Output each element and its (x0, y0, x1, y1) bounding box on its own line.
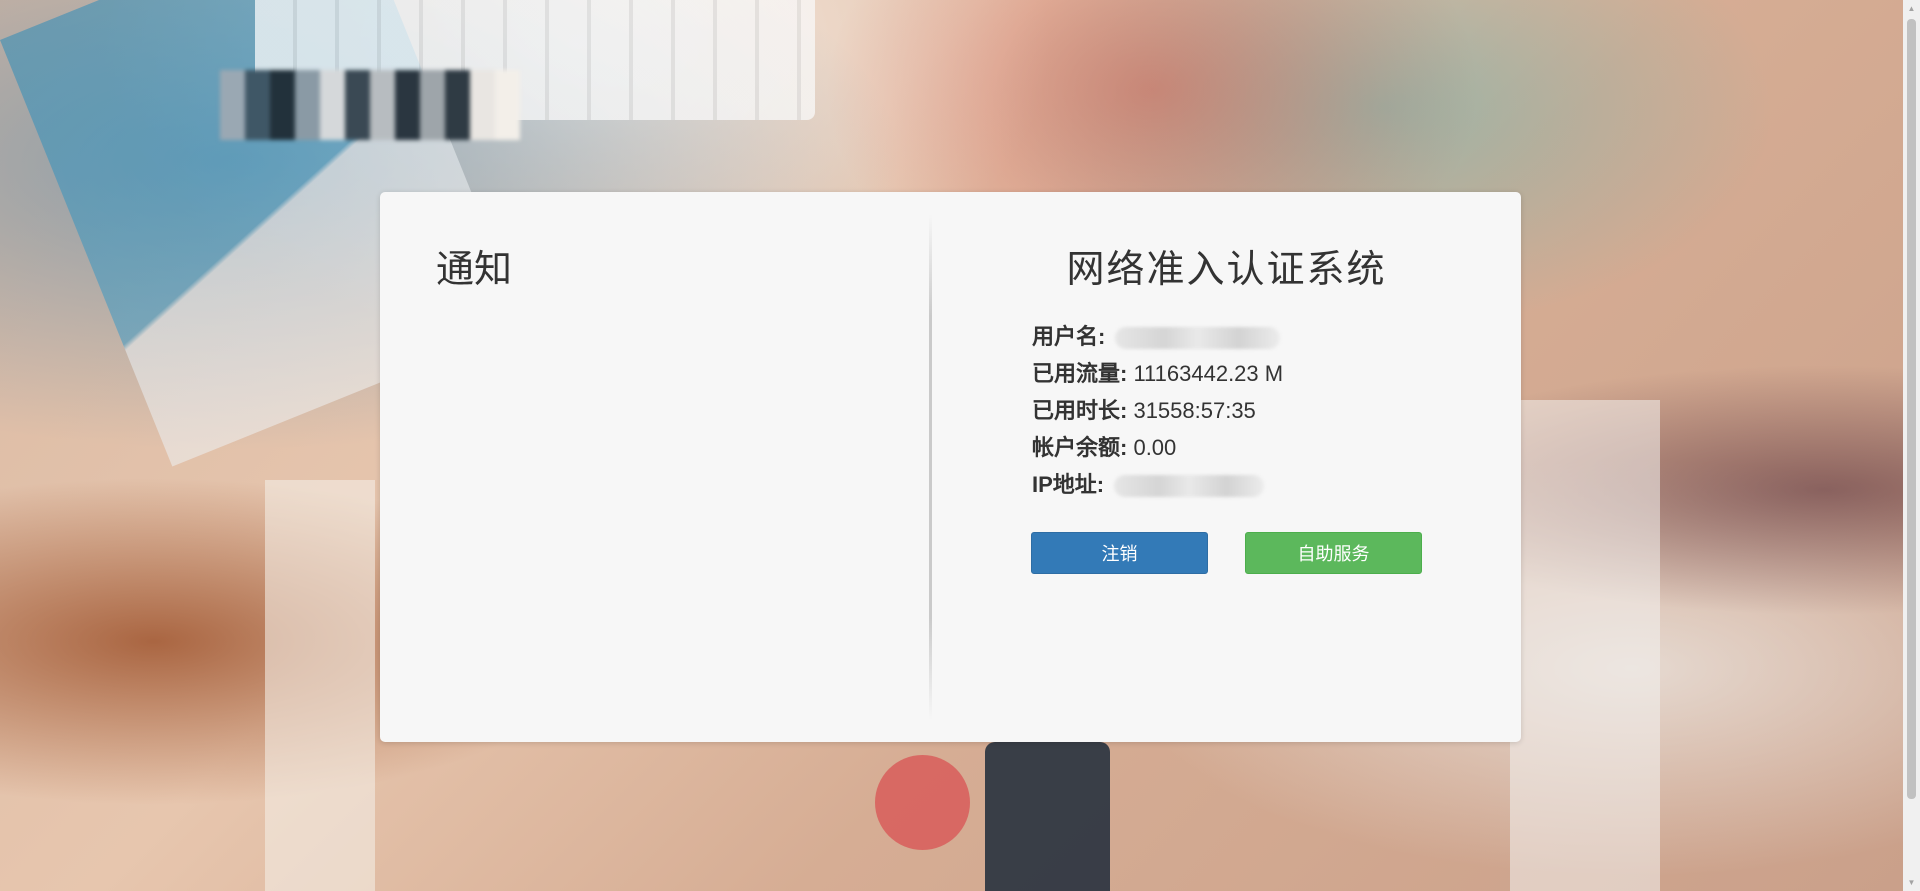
page-background: 通知 网络准入认证系统 用户名: 已用流量: 11163442.23 M 已用时… (0, 0, 1920, 891)
vertical-scrollbar[interactable]: ▲ ▼ (1903, 0, 1920, 891)
username-label: 用户名: (1032, 324, 1106, 349)
balance-label: 帐户余额: (1032, 435, 1128, 460)
username-redacted-value (1115, 327, 1281, 350)
logout-button[interactable]: 注销 (1031, 532, 1208, 574)
traffic-value: 11163442.23 M (1133, 361, 1284, 386)
background-notebook (265, 480, 375, 891)
scroll-up-arrow-icon[interactable]: ▲ (1903, 0, 1920, 17)
site-logo (220, 70, 520, 140)
scrollbar-thumb[interactable] (1907, 19, 1916, 799)
scroll-down-arrow-icon[interactable]: ▼ (1903, 874, 1920, 891)
info-row-balance: 帐户余额: 0.00 (1032, 429, 1283, 466)
ip-redacted-value (1114, 475, 1265, 498)
ip-label: IP地址: (1032, 472, 1105, 497)
info-row-duration: 已用时长: 31558:57:35 (1032, 392, 1283, 429)
self-service-button[interactable]: 自助服务 (1245, 532, 1422, 574)
main-panel: 通知 网络准入认证系统 用户名: 已用流量: 11163442.23 M 已用时… (380, 192, 1521, 742)
account-info-list: 用户名: 已用流量: 11163442.23 M 已用时长: 31558:57:… (1032, 318, 1283, 503)
notice-section: 通知 (380, 192, 930, 742)
background-phone (985, 742, 1110, 891)
duration-label: 已用时长: (1032, 398, 1128, 423)
traffic-label: 已用流量: (1032, 361, 1128, 386)
background-lg-logo (875, 755, 970, 850)
info-row-traffic: 已用流量: 11163442.23 M (1032, 355, 1283, 392)
balance-value: 0.00 (1133, 435, 1177, 460)
notice-title: 通知 (436, 247, 513, 291)
info-row-username: 用户名: (1032, 318, 1283, 355)
background-books (1510, 400, 1660, 891)
system-title: 网络准入认证系统 (1066, 247, 1387, 291)
duration-value: 31558:57:35 (1133, 398, 1256, 423)
info-row-ip: IP地址: (1032, 466, 1283, 503)
